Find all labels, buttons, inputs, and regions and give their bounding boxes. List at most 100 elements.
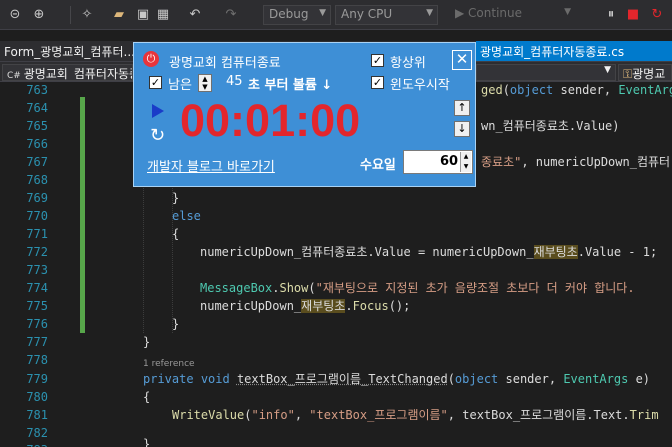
quantity-value: 60 — [440, 154, 459, 169]
remaining-checkbox[interactable]: ✓ — [149, 76, 162, 89]
member-dropdown-label: 광명교 — [632, 67, 666, 81]
tab-active-file[interactable]: 광명교회_컴퓨터자동종료.cs — [476, 41, 672, 61]
line-code: wn_컴퓨터종료초.Value) — [481, 119, 620, 133]
timer-up-button[interactable]: ↑ — [454, 100, 470, 116]
code-line: 772 numericUpDown_컴퓨터종료초.Value = numericU… — [0, 243, 672, 261]
chevron-down-icon: ▼ — [426, 8, 433, 18]
pause-icon[interactable]: ⏸ — [602, 6, 620, 24]
member-dropdown[interactable]: ⚿광명교 — [618, 64, 672, 81]
line-code: 종료초", numericUpDown_컴퓨터 — [481, 155, 671, 169]
line-code: { — [172, 227, 180, 241]
line-number: 768 — [26, 173, 48, 187]
save-icon[interactable]: ▣ — [134, 6, 152, 24]
close-button[interactable]: ✕ — [452, 50, 472, 70]
window-title: 광명교회 컴퓨터종료 — [169, 56, 281, 71]
code-line: 783} — [0, 433, 672, 447]
csharp-icon: C# — [7, 71, 24, 81]
stop-icon[interactable]: ■ — [624, 6, 642, 24]
developer-blog-link[interactable]: 개발자 블로그 바로가기 — [147, 156, 275, 175]
line-code: } — [172, 317, 180, 331]
line-code: WriteValue("info", "textBox_프로그램이름", tex… — [172, 408, 659, 422]
line-code: { — [143, 390, 151, 404]
line-code: numericUpDown_재부팅초.Focus(); — [200, 299, 411, 313]
always-on-top-checkbox[interactable]: ✓ — [371, 54, 384, 67]
tab-form-designer[interactable]: Form_광명교회_컴퓨터... — [0, 41, 139, 61]
code-line: 780 { — [0, 388, 672, 406]
countdown-timer: 00:01:00 — [180, 95, 361, 146]
restart-icon[interactable]: ↻ — [648, 6, 666, 24]
line-number: 776 — [26, 317, 48, 331]
forward-icon[interactable]: ⊕ — [30, 6, 48, 24]
line-number: 780 — [26, 390, 48, 404]
play-icon[interactable] — [152, 104, 164, 118]
line-code: } — [143, 335, 151, 349]
code-line: 773 — [0, 261, 672, 279]
save-all-icon[interactable]: ▦ — [154, 6, 172, 24]
open-folder-icon[interactable]: ▰ — [110, 6, 128, 24]
chevron-down-icon: ▼ — [319, 8, 326, 18]
down-arrow-icon: ▼ — [463, 163, 469, 170]
line-number: 779 — [26, 372, 48, 386]
quantity-label: 수요일 — [360, 158, 396, 173]
line-number: 764 — [26, 101, 48, 115]
line-number: 770 — [26, 209, 48, 223]
window-start-checkbox[interactable]: ✓ — [371, 76, 384, 89]
window-start-label: 윈도우시작 — [390, 78, 450, 93]
timer-down-button[interactable]: ↓ — [454, 121, 470, 137]
tab-form-designer-label: Form_광명교회_컴퓨터... — [4, 45, 135, 59]
quantity-spin-buttons[interactable]: ▲ ▼ — [460, 152, 471, 172]
line-code: ged(object sender, EventArgs e — [481, 83, 672, 97]
line-number: 781 — [26, 408, 48, 422]
line-number: 777 — [26, 335, 48, 349]
always-on-top-label: 항상위 — [390, 56, 426, 71]
toolbar-separator — [70, 6, 71, 24]
line-code: else — [172, 209, 201, 223]
seconds-value: 45 — [226, 74, 243, 89]
code-line: 775 numericUpDown_재부팅초.Focus(); — [0, 297, 672, 315]
code-line: 771 { — [0, 225, 672, 243]
line-number: 767 — [26, 155, 48, 169]
power-icon: ⏻ — [143, 51, 159, 67]
new-item-icon[interactable]: ✧ — [78, 6, 96, 24]
line-number: 774 — [26, 281, 48, 295]
code-line: 778 1 reference — [0, 351, 672, 369]
volume-label: 초 부터 볼륨 ↓ — [248, 78, 333, 93]
line-code: } — [172, 191, 180, 205]
refresh-icon[interactable]: ↻ — [150, 127, 165, 145]
continue-label: Continue — [468, 6, 523, 20]
platform-value: Any CPU — [341, 7, 393, 21]
line-code: private void textBox_프로그램이름_TextChanged(… — [143, 372, 651, 386]
down-arrow-icon: ▼ — [202, 83, 208, 91]
redo-icon[interactable]: ↷ — [222, 6, 240, 24]
platform-dropdown[interactable]: Any CPU ▼ — [335, 5, 438, 25]
shutdown-timer-window: ⏻ 광명교회 컴퓨터종료 ✓ 항상위 ✕ ✓ 남은 ▲ ▼ 45 초 부터 볼륨 … — [133, 42, 476, 187]
code-line: 770 else — [0, 207, 672, 225]
undo-icon[interactable]: ↶ — [186, 6, 204, 24]
code-line: 781 WriteValue("info", "textBox_프로그램이름", … — [0, 406, 672, 424]
quantity-stepper[interactable]: 60 ▲ ▼ — [403, 150, 473, 174]
class-dropdown[interactable]: C# 광명교회_컴퓨터자동종 — [2, 64, 133, 81]
code-line: 776} — [0, 315, 672, 333]
line-number: 763 — [26, 83, 48, 97]
config-dropdown[interactable]: Debug ▼ — [263, 5, 331, 25]
up-arrow-icon: ▲ — [202, 75, 208, 83]
chevron-down-icon: ▼ — [564, 7, 571, 17]
code-line: 779 private void textBox_프로그램이름_TextChang… — [0, 370, 672, 388]
line-number: 778 — [26, 353, 48, 367]
line-code: } — [143, 437, 151, 447]
line-number: 783 — [0, 441, 48, 447]
play-icon: ▶ — [455, 6, 469, 20]
line-number: 775 — [26, 299, 48, 313]
up-arrow-icon: ▲ — [463, 153, 469, 160]
continue-button[interactable]: ▶ Continue ▼ — [450, 5, 575, 25]
line-code: numericUpDown_컴퓨터종료초.Value = numericUpDo… — [200, 245, 658, 259]
seconds-stepper[interactable]: ▲ ▼ — [198, 74, 212, 92]
code-line: 769} — [0, 189, 672, 207]
line-code: MessageBox.Show("재부팅으로 지정된 초가 음량조절 초보다 더… — [200, 281, 635, 295]
remaining-label: 남은 — [168, 78, 192, 93]
main-toolbar: ⊝ ⊕ ✧ ▰ ▣ ▦ ↶ ↷ Debug ▼ Any CPU ▼ ▶ Contin… — [0, 0, 672, 30]
scope-dropdown[interactable]: ▼ — [476, 64, 616, 81]
line-number: 765 — [26, 119, 48, 133]
back-icon[interactable]: ⊝ — [6, 6, 24, 24]
config-value: Debug — [269, 7, 309, 21]
